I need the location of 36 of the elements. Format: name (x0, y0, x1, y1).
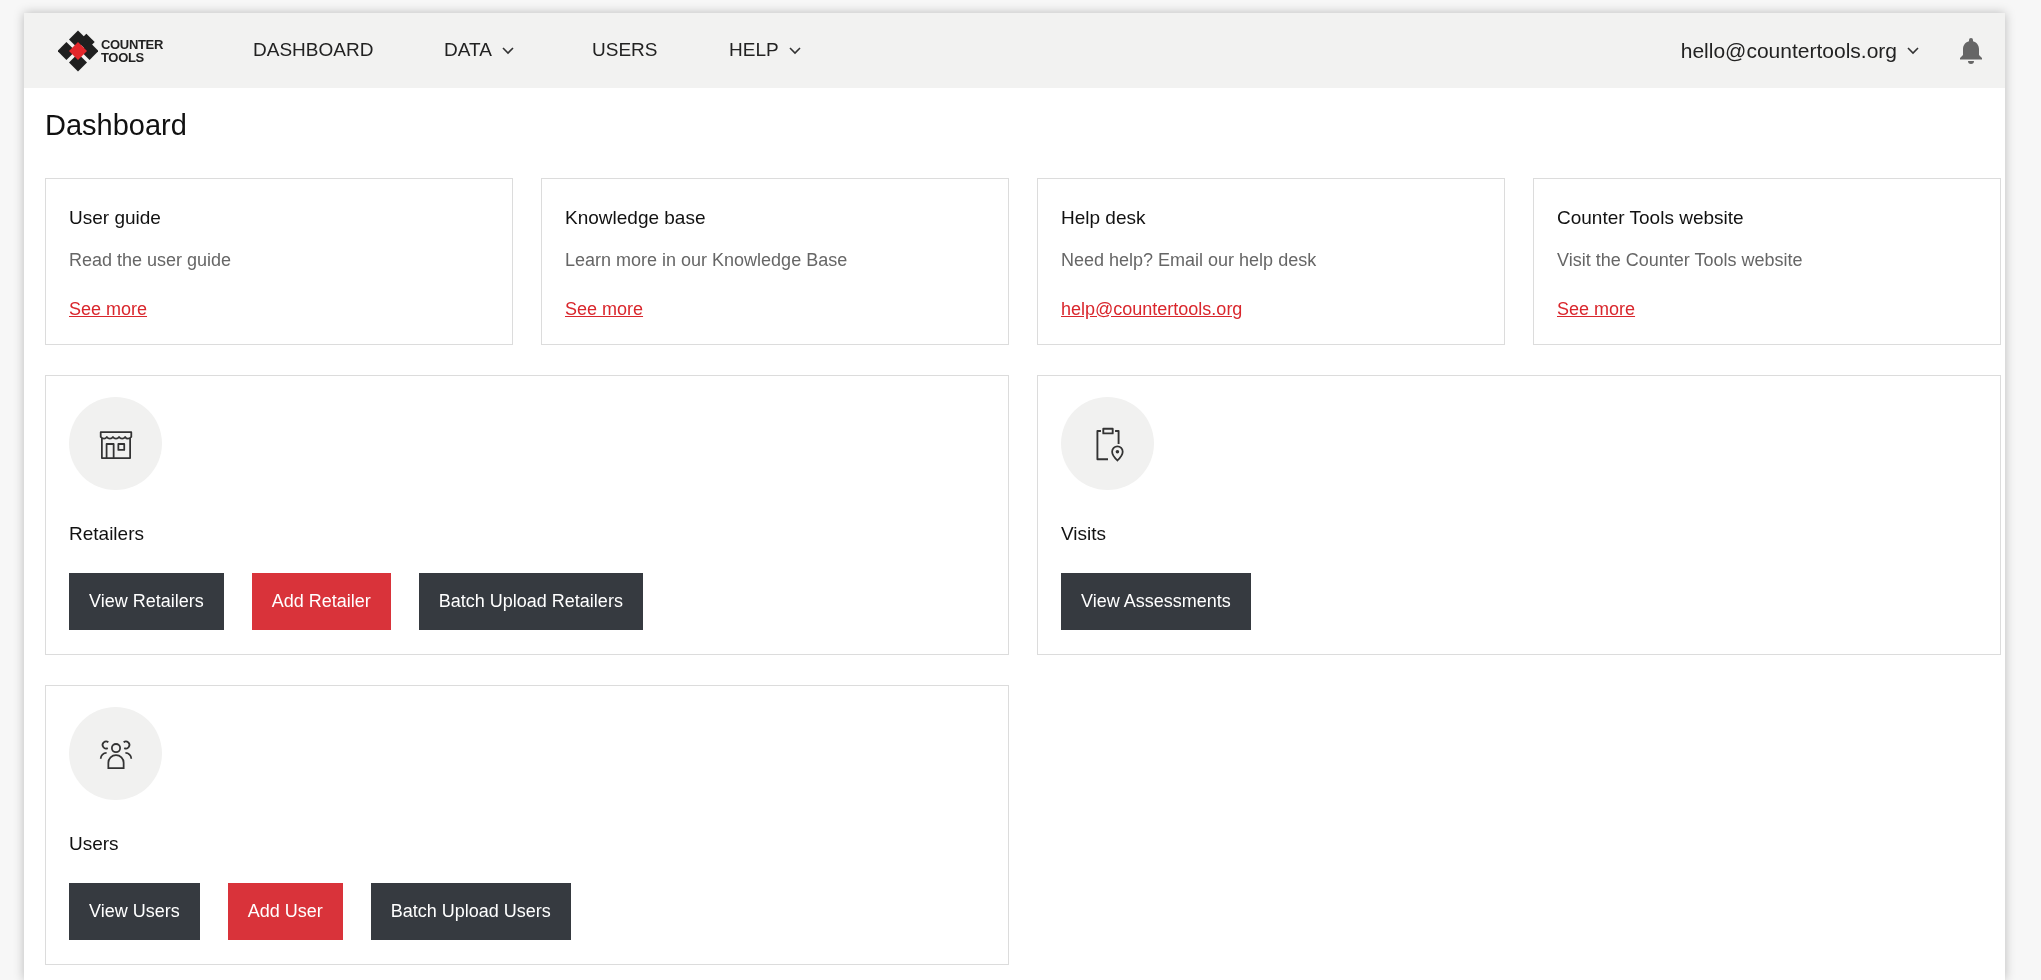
card-link[interactable]: See more (1557, 295, 1636, 323)
notification-bell-icon[interactable] (1959, 37, 1983, 64)
chevron-down-icon (1907, 46, 1919, 55)
logo-text: TOOLS (101, 50, 145, 64)
action-button[interactable]: View Retailers (69, 572, 224, 630)
card-description: Learn more in our Knowledge Base (565, 248, 849, 272)
card-link[interactable]: help@countertools.org (1061, 295, 1243, 323)
nav-menu-item[interactable]: HELP (729, 36, 869, 65)
counter-tools-logo[interactable]: COUNTER TOOLS (58, 28, 163, 73)
card-description: Read the user guide (69, 248, 233, 272)
card-title: Knowledge base (565, 206, 707, 230)
card-title: Help desk (1061, 206, 1147, 230)
card-title: Retailers (69, 522, 145, 546)
action-button[interactable]: Batch Upload Retailers (418, 572, 643, 630)
nav-menu-item[interactable]: DATA (444, 36, 592, 65)
action-button[interactable]: View Assessments (1061, 572, 1251, 630)
card-title: User guide (69, 206, 162, 230)
card-title: Visits (1061, 522, 1108, 546)
page-title: Dashboard (45, 108, 188, 143)
add-button[interactable]: Add User (227, 882, 343, 940)
logo-text: COUNTER (101, 37, 163, 51)
chevron-down-icon (501, 46, 514, 55)
account-menu[interactable]: hello@countertools.org (1680, 34, 1919, 67)
card-description: Visit the Counter Tools website (1557, 248, 1804, 272)
card-title: Counter Tools website (1557, 206, 1745, 230)
add-button[interactable]: Add Retailer (251, 572, 391, 630)
action-button[interactable]: Batch Upload Users (370, 882, 571, 940)
card-description: Need help? Email our help desk (1061, 248, 1318, 272)
nav-link[interactable]: USERS (592, 36, 729, 65)
card-link[interactable]: See more (565, 295, 644, 323)
chevron-down-icon (788, 46, 801, 55)
nav-link[interactable]: DASHBOARD (253, 36, 444, 65)
logo-mark-icon (58, 28, 98, 73)
action-button[interactable]: View Users (69, 882, 200, 940)
card-title: Users (69, 832, 120, 856)
card-link[interactable]: See more (69, 295, 148, 323)
